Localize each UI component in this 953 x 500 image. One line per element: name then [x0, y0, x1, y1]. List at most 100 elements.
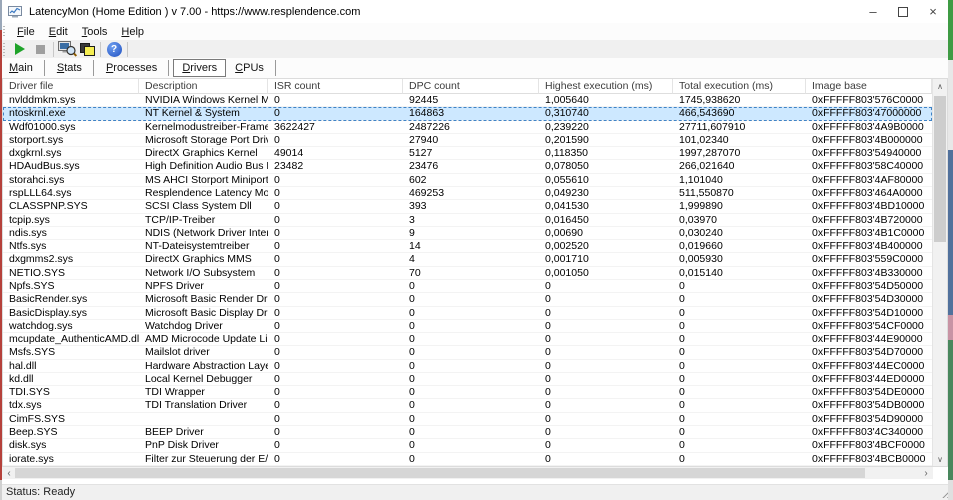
cell-highest-execution: 0 — [545, 319, 551, 332]
menu-item-file[interactable]: File — [10, 26, 42, 38]
tab-drivers[interactable]: Drivers — [173, 59, 227, 77]
table-row[interactable]: nvlddmkm.sys NVIDIA Windows Kernel Mod...… — [3, 94, 932, 108]
stop-monitor-button[interactable] — [30, 41, 50, 57]
cell-total-execution: 0,03970 — [679, 213, 717, 226]
cell-description: NDIS (Network Driver Interface... — [145, 226, 268, 239]
table-row[interactable]: Ntfs.sys NT-Dateisystemtreiber 0 14 0,002520… — [3, 240, 932, 254]
window-controls: – × — [858, 0, 948, 23]
table-row[interactable]: HDAudBus.sys High Definition Audio Bus Dr… — [3, 160, 932, 174]
table-row[interactable]: storport.sys Microsoft Storage Port Drive… — [3, 133, 932, 148]
cell-driver-file: BasicRender.sys — [9, 293, 88, 306]
cell-image-base: 0xFFFFF803'54DB0000 — [812, 399, 925, 412]
cell-isr-count: 0 — [274, 346, 280, 359]
table-row[interactable]: ntoskrnl.exe NT Kernel & System 0 164863 0,3… — [3, 107, 932, 121]
cell-highest-execution: 0,00690 — [545, 226, 583, 239]
tab-processes[interactable]: Processes — [98, 60, 165, 76]
table-row[interactable]: TDI.SYS TDI Wrapper 0 0 0 0 0xFFFFF803'54DE000… — [3, 386, 932, 400]
close-button[interactable]: × — [918, 0, 948, 23]
cell-total-execution: 266,021640 — [679, 160, 735, 173]
cell-highest-execution: 0,201590 — [545, 133, 589, 146]
cell-dpc-count: 0 — [409, 426, 415, 439]
vertical-scroll-thumb[interactable] — [934, 96, 946, 242]
cell-driver-file: TDI.SYS — [9, 386, 50, 399]
cell-image-base: 0xFFFFF803'44E90000 — [812, 333, 923, 346]
table-row[interactable]: Wdf01000.sys Kernelmodustreiber-Framewor.… — [3, 121, 932, 134]
column-header-driver-file[interactable]: Driver file — [3, 79, 139, 94]
cell-isr-count: 0 — [274, 107, 280, 120]
column-header-image-base[interactable]: Image base — [806, 79, 932, 94]
horizontal-scroll-thumb[interactable] — [15, 468, 865, 478]
column-header-description[interactable]: Description — [139, 79, 268, 94]
cell-isr-count: 0 — [274, 359, 280, 372]
table-row[interactable]: hal.dll Hardware Abstraction Layer DLL 0 0 0… — [3, 360, 932, 373]
table-row[interactable]: tdx.sys TDI Translation Driver 0 0 0 0 0xFFFFF… — [3, 399, 932, 413]
table-row[interactable]: dxgmms2.sys DirectX Graphics MMS 0 4 0,00171… — [3, 253, 932, 267]
cell-description: NT-Dateisystemtreiber — [145, 240, 250, 253]
tab-stats[interactable]: Stats — [49, 60, 90, 76]
cell-driver-file: NETIO.SYS — [9, 266, 66, 279]
copy-report-button[interactable] — [77, 41, 97, 57]
table-row[interactable]: Npfs.SYS NPFS Driver 0 0 0 0 0xFFFFF803'54D500… — [3, 279, 932, 294]
table-row[interactable]: NETIO.SYS Network I/O Subsystem 0 70 0,00105… — [3, 267, 932, 280]
menubar-gripper-icon — [3, 26, 5, 37]
table-row[interactable]: disk.sys PnP Disk Driver 0 0 0 0 0xFFFFF803'4B… — [3, 439, 932, 453]
maximize-button[interactable] — [888, 0, 918, 23]
column-header-dpc-count[interactable]: DPC count — [403, 79, 539, 94]
table-row[interactable]: ndis.sys NDIS (Network Driver Interface..… — [3, 226, 932, 241]
cell-isr-count: 0 — [274, 426, 280, 439]
cell-image-base: 0xFFFFF803'4B1C0000 — [812, 226, 925, 239]
table-row[interactable]: dxgkrnl.sys DirectX Graphics Kernel 49014 5… — [3, 147, 932, 161]
scroll-right-icon[interactable]: › — [919, 467, 933, 479]
cell-highest-execution: 0,118350 — [545, 147, 589, 160]
horizontal-scrollbar[interactable]: ‹ › — [2, 467, 933, 479]
table-row[interactable]: Beep.SYS BEEP Driver 0 0 0 0 0xFFFFF803'4C3400… — [3, 426, 932, 440]
cell-description: NT Kernel & System — [145, 107, 240, 120]
menu-item-edit[interactable]: Edit — [42, 26, 75, 38]
cell-dpc-count: 0 — [409, 399, 415, 412]
table-row[interactable]: CimFS.SYS 0 0 0 0 0xFFFFF803'54D90000 — [3, 413, 932, 427]
scroll-down-icon[interactable]: ∨ — [933, 452, 947, 466]
cell-isr-count: 0 — [274, 133, 280, 146]
table-row[interactable]: BasicDisplay.sys Microsoft Basic Display … — [3, 307, 932, 320]
table-row[interactable]: rspLLL64.sys Resplendence Latency Monit..… — [3, 187, 932, 201]
cell-highest-execution: 0 — [545, 426, 551, 439]
table-row[interactable]: storahci.sys MS AHCI Storport Miniport Dr… — [3, 174, 932, 187]
cell-isr-count: 0 — [274, 94, 280, 106]
table-row[interactable]: iorate.sys Filter zur Steuerung der E/A-.… — [3, 453, 932, 466]
cell-image-base: 0xFFFFF803'4AF80000 — [812, 173, 924, 186]
minimize-button[interactable]: – — [858, 0, 888, 23]
table-body: nvlddmkm.sys NVIDIA Windows Kernel Mod...… — [3, 94, 932, 466]
table-row[interactable]: kd.dll Local Kernel Debugger 0 0 0 0 0xFFFFF80… — [3, 372, 932, 387]
column-header-total-execution[interactable]: Total execution (ms) — [673, 79, 806, 94]
cell-isr-count: 0 — [274, 266, 280, 279]
cell-dpc-count: 0 — [409, 279, 415, 292]
play-icon — [15, 43, 25, 55]
analyze-button[interactable] — [57, 41, 77, 57]
help-button[interactable]: ? — [104, 41, 124, 57]
table-row[interactable]: Msfs.SYS Mailslot driver 0 0 0 0 0xFFFFF803'54… — [3, 346, 932, 360]
table-row[interactable]: BasicRender.sys Microsoft Basic Render Dr… — [3, 293, 932, 307]
table-row[interactable]: watchdog.sys Watchdog Driver 0 0 0 0 0xFFFFF80… — [3, 319, 932, 334]
cell-image-base: 0xFFFFF803'54D30000 — [812, 293, 924, 306]
table-row[interactable]: CLASSPNP.SYS SCSI Class System Dll 0 393 0,0… — [3, 200, 932, 214]
scroll-left-icon[interactable]: ‹ — [2, 467, 16, 479]
cell-driver-file: Ntfs.sys — [9, 240, 47, 253]
cell-image-base: 0xFFFFF803'4BD10000 — [812, 200, 925, 213]
scroll-up-icon[interactable]: ∧ — [933, 79, 947, 93]
table-row[interactable]: mcupdate_AuthenticAMD.dll AMD Microcode U… — [3, 333, 932, 347]
vertical-scrollbar[interactable]: ∧ ∨ — [932, 79, 947, 466]
column-header-highest-execution[interactable]: Highest execution (ms) — [539, 79, 673, 94]
tab-cpus[interactable]: CPUs — [227, 60, 272, 76]
cell-description: Filter zur Steuerung der E/A-... — [145, 452, 268, 465]
menu-item-tools[interactable]: Tools — [75, 26, 115, 38]
cell-description: Hardware Abstraction Layer DLL — [145, 359, 268, 372]
toolbar-separator — [127, 41, 128, 57]
column-header-isr-count[interactable]: ISR count — [268, 79, 403, 94]
menu-item-help[interactable]: Help — [114, 26, 151, 38]
cell-total-execution: 0,019660 — [679, 240, 723, 253]
start-monitor-button[interactable] — [10, 41, 30, 57]
cell-image-base: 0xFFFFF803'54CF0000 — [812, 319, 924, 332]
cell-driver-file: kd.dll — [9, 372, 34, 385]
table-row[interactable]: tcpip.sys TCP/IP-Treiber 0 3 0,016450 0,03970… — [3, 214, 932, 227]
tab-main[interactable]: Main — [1, 60, 41, 76]
